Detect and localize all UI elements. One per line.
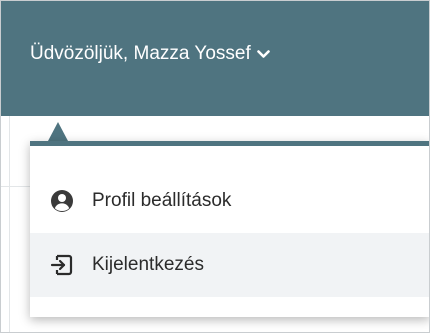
chevron-down-icon	[256, 49, 270, 59]
user-circle-icon	[50, 189, 74, 213]
dropdown-caret	[48, 122, 68, 141]
divider	[9, 116, 10, 333]
menu-item-label: Profil beállítások	[92, 190, 232, 211]
top-header: Üdvözöljük, Mazza Yossef	[0, 0, 430, 116]
user-menu-toggle[interactable]: Üdvözöljük, Mazza Yossef	[30, 43, 270, 65]
user-greeting: Üdvözöljük, Mazza Yossef	[30, 43, 251, 64]
user-dropdown-menu: Profil beállítások Kijelentkezés	[30, 141, 430, 317]
menu-item-profile-settings[interactable]: Profil beállítások	[30, 169, 430, 233]
menu-item-logout[interactable]: Kijelentkezés	[30, 233, 430, 297]
sign-out-icon	[50, 253, 74, 277]
menu-item-label: Kijelentkezés	[92, 254, 204, 275]
